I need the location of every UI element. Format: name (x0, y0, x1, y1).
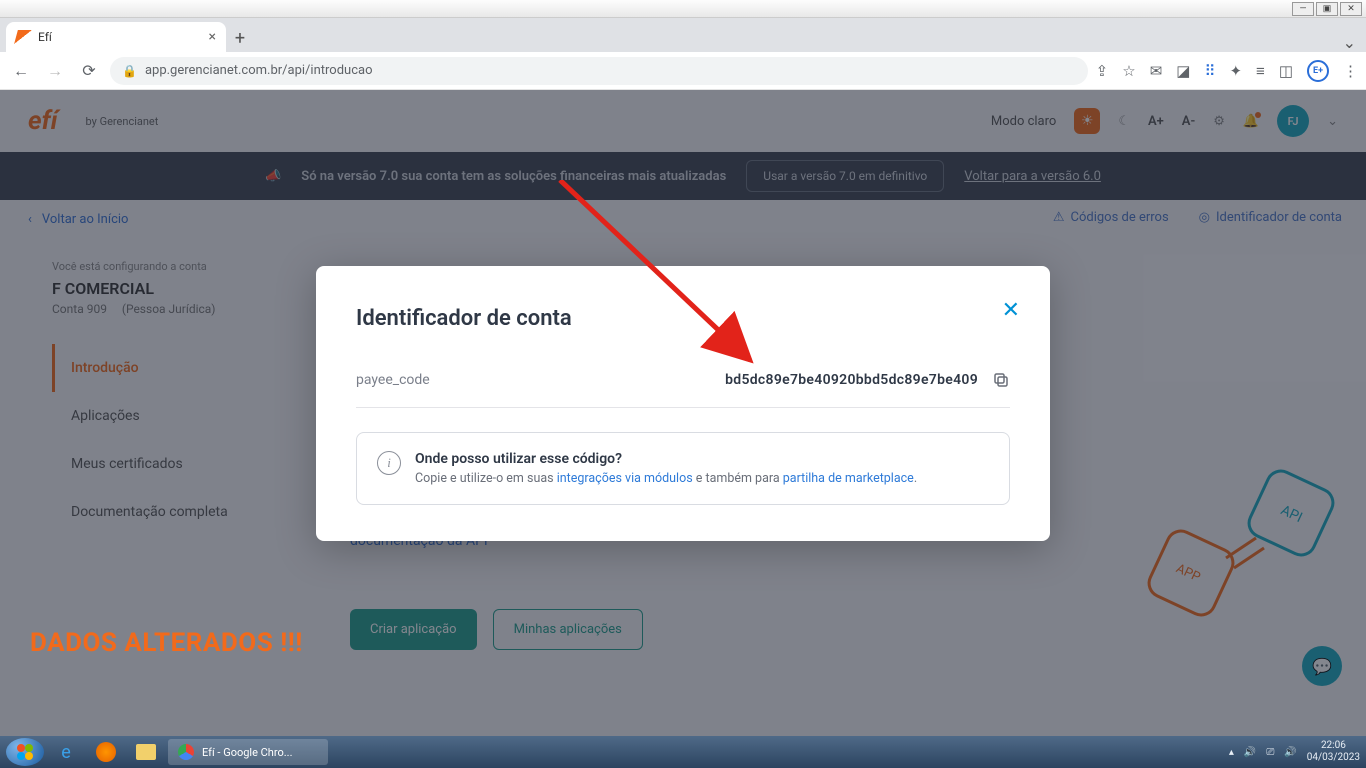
side-panel-icon[interactable]: ◫ (1279, 62, 1293, 80)
watermark-text: DADOS ALTERADOS !!! (30, 628, 303, 658)
copy-icon[interactable] (992, 371, 1010, 389)
info-box: i Onde posso utilizar esse código? Copie… (356, 432, 1010, 505)
camera-icon[interactable]: ◪ (1176, 62, 1190, 80)
menu-icon[interactable]: ⋮ (1343, 62, 1358, 80)
favicon-icon (14, 30, 32, 44)
bookmark-icon[interactable]: ☆ (1122, 62, 1135, 80)
start-button[interactable] (6, 738, 44, 766)
extensions-icon[interactable]: ✦ (1229, 62, 1242, 80)
browser-tabstrip: Efí × + ⌄ (0, 18, 1366, 52)
integrations-link[interactable]: integrações via módulos (557, 471, 693, 486)
system-tray: ▴ 🔊 ⎚ 🔊 22:06 04/03/2023 (1229, 740, 1360, 764)
marketplace-link[interactable]: partilha de marketplace (783, 471, 914, 486)
new-tab-button[interactable]: + (226, 24, 254, 52)
url-text: app.gerencianet.com.br/api/introducao (145, 63, 373, 78)
close-icon[interactable]: ✕ (1002, 298, 1020, 323)
info-text: Copie e utilize-o em suas integrações vi… (415, 471, 917, 486)
lock-icon: 🔒 (122, 64, 137, 78)
chrome-icon (178, 744, 194, 760)
tabs-dropdown-icon[interactable]: ⌄ (1333, 33, 1366, 52)
minimize-icon[interactable]: — (1292, 2, 1314, 16)
payee-code-value: bd5dc89e7be40920bbd5dc89e7be409 (725, 372, 978, 388)
maximize-icon[interactable]: ▣ (1316, 2, 1338, 16)
profile-ext-icon[interactable]: E+ (1307, 60, 1329, 82)
tab-title: Efí (38, 30, 52, 44)
tray-clock[interactable]: 22:06 04/03/2023 (1307, 740, 1360, 764)
browser-tab[interactable]: Efí × (6, 22, 226, 52)
info-title: Onde posso utilizar esse código? (415, 451, 917, 467)
taskbar-ie-icon[interactable]: e (48, 739, 84, 765)
tray-time: 22:06 (1307, 740, 1360, 752)
taskbar-active-label: Efí - Google Chro... (202, 746, 292, 759)
browser-toolbar: ← → ⟳ 🔒 app.gerencianet.com.br/api/intro… (0, 52, 1366, 90)
reading-list-icon[interactable]: ≡ (1256, 62, 1265, 80)
tray-volume2-icon[interactable]: 🔊 (1284, 747, 1296, 758)
tray-show-hidden-icon[interactable]: ▴ (1229, 747, 1234, 758)
page-viewport: efí by Gerencianet Modo claro ☀ ☾ A+ A- … (0, 90, 1366, 738)
taskbar: e Efí - Google Chro... ▴ 🔊 ⎚ 🔊 22:06 04/… (0, 736, 1366, 768)
mail-icon[interactable]: ✉ (1150, 62, 1163, 80)
reload-button[interactable]: ⟳ (76, 58, 102, 84)
identifier-modal: Identificador de conta ✕ payee_code bd5d… (316, 266, 1050, 541)
forward-button: → (42, 58, 68, 84)
share-icon[interactable]: ⇪ (1096, 62, 1109, 80)
taskbar-chrome-active[interactable]: Efí - Google Chro... (168, 739, 328, 765)
taskbar-firefox-icon[interactable] (88, 739, 124, 765)
modal-title: Identificador de conta (356, 306, 1010, 331)
tray-date: 04/03/2023 (1307, 752, 1360, 764)
windows-icon (15, 742, 35, 762)
address-bar[interactable]: 🔒 app.gerencianet.com.br/api/introducao (110, 57, 1088, 85)
payee-code-label: payee_code (356, 372, 430, 388)
payee-code-row: payee_code bd5dc89e7be40920bbd5dc89e7be4… (356, 371, 1010, 408)
tray-network-icon[interactable]: ⎚ (1266, 747, 1274, 758)
info-icon: i (377, 451, 401, 475)
back-button[interactable]: ← (8, 58, 34, 84)
tab-close-icon[interactable]: × (209, 29, 216, 45)
close-window-icon[interactable]: ✕ (1340, 2, 1362, 16)
os-titlebar: — ▣ ✕ (0, 0, 1366, 18)
tray-volume-icon[interactable]: 🔊 (1244, 747, 1256, 758)
translate-icon[interactable]: ⠿ (1204, 62, 1215, 80)
taskbar-explorer-icon[interactable] (128, 739, 164, 765)
